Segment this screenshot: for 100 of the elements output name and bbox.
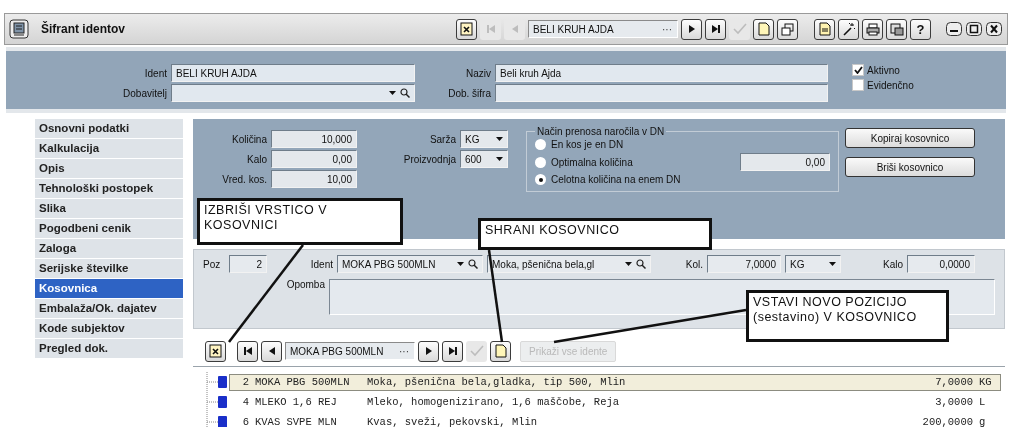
caret-icon <box>625 262 632 266</box>
table-cell-text: MOKA PBG 500MLN <box>254 376 351 388</box>
minimize-button[interactable] <box>945 21 963 37</box>
table-cell-text: Mleko, homogenizirano, 1,6 maščobe, Reja <box>366 396 621 408</box>
name-dropdown[interactable]: Moka, pšenična bela,gl <box>487 255 651 273</box>
table-cell-text: 3,0000 <box>934 396 974 408</box>
windows-icon <box>781 22 794 36</box>
sidebar-item[interactable]: Kalkulacija <box>35 139 183 158</box>
restore-button[interactable] <box>777 18 798 40</box>
position-field[interactable]: 2 <box>229 255 267 273</box>
maximize-button[interactable] <box>965 21 983 37</box>
radio-button[interactable] <box>535 139 546 150</box>
radio-button[interactable] <box>535 156 546 168</box>
table-cell-text: KG <box>978 376 993 388</box>
document-x-icon <box>209 344 222 358</box>
action-button[interactable]: Briši kosovnico <box>845 157 975 177</box>
checkbox-label: Aktivno <box>867 64 900 76</box>
table-cell-text: 4 <box>241 396 250 408</box>
maximize-icon <box>966 22 982 36</box>
sidebar-item[interactable]: Zaloga <box>35 239 183 258</box>
dropdown[interactable]: KG <box>460 130 508 148</box>
radio-label: Celotna količina na enem DN <box>551 174 681 185</box>
next-record-button[interactable] <box>681 18 702 40</box>
number-field[interactable]: 10,000 <box>271 130 357 148</box>
caret-icon <box>496 157 503 161</box>
radio-button[interactable] <box>535 174 546 185</box>
name-field[interactable]: Beli kruh Ajda <box>495 64 828 82</box>
table-row[interactable]: 2 MOKA PBG 500MLN Moka, pšenična bela,gladka, tip 500, Mlin 7,0000 KG <box>229 373 1001 391</box>
supplier-code-field[interactable] <box>495 84 828 102</box>
sidebar-item[interactable]: Osnovni podatki <box>35 119 183 138</box>
annotation-tooltip: VSTAVI NOVO POZICIJO (sestavino) V KOSOVNICO <box>746 290 949 342</box>
sidebar-item[interactable]: Kode subjektov <box>35 319 183 338</box>
more-button[interactable]: ··· <box>396 345 412 357</box>
last-record-button[interactable] <box>705 18 726 40</box>
checkbox[interactable] <box>852 79 864 91</box>
sidebar-item[interactable]: Slika <box>35 199 183 218</box>
action-button[interactable]: Kopiraj kosovnico <box>845 128 975 148</box>
skip-end-icon <box>447 346 458 356</box>
last-record-button[interactable] <box>442 340 463 362</box>
sidebar-item[interactable]: Kosovnica <box>35 279 183 298</box>
close-button[interactable] <box>985 21 1003 37</box>
field-label: Naziv <box>465 67 491 79</box>
sidebar-item[interactable]: Tehnološki postopek <box>35 179 183 198</box>
table-cell-text: 6 <box>241 416 250 427</box>
cancel-button[interactable] <box>205 340 226 362</box>
unit-dropdown[interactable]: KG <box>785 255 841 273</box>
table-cell-text: L <box>978 396 987 408</box>
table-cell-text: 7,0000 <box>934 376 974 388</box>
help-button[interactable]: ? <box>910 18 931 40</box>
minimize-icon <box>946 22 962 36</box>
table-cell-text: Kvas, sveži, pekovski, Mlin <box>366 416 539 427</box>
ident-dropdown[interactable]: MOKA PBG 500MLN <box>337 255 483 273</box>
cancel-button[interactable] <box>456 18 477 40</box>
table-cell-text: 200,0000 <box>921 416 974 427</box>
supplier-field[interactable] <box>171 84 415 102</box>
triangle-right-icon <box>424 346 433 356</box>
radio-label: En kos je en DN <box>551 139 624 150</box>
printer-icon <box>865 22 880 36</box>
field-label: Proizvodnja <box>402 153 456 165</box>
number-field[interactable]: 0,00 <box>271 150 357 168</box>
annotation-tooltip: IZBRIŠI VRSTICO V KOSOVNICI <box>197 198 403 245</box>
field-label: Količina <box>230 133 267 145</box>
search-icon <box>468 259 478 269</box>
close-icon <box>986 22 1002 36</box>
record-field[interactable]: MOKA PBG 500MLN ··· <box>285 342 415 360</box>
previous-record-button[interactable] <box>261 340 282 362</box>
number-field[interactable]: 0,00 <box>740 153 830 171</box>
checkbox-label: Evidenčno <box>867 79 914 91</box>
loss-field[interactable]: 0,0000 <box>907 255 975 273</box>
dropdown[interactable]: 600 <box>460 150 508 168</box>
search-icon <box>400 88 410 98</box>
wizard-button[interactable] <box>838 18 859 40</box>
first-record-button[interactable] <box>237 340 258 362</box>
caret-icon <box>496 137 503 141</box>
document-button[interactable] <box>814 18 835 40</box>
page-icon <box>494 344 507 358</box>
table-cell-text: KVAS SVPE MLN <box>254 416 338 427</box>
ident-field[interactable]: BELI KRUH AJDA <box>171 64 415 82</box>
number-field[interactable]: 10,00 <box>271 170 357 188</box>
sidebar-item[interactable]: Pogodbeni cenik <box>35 219 183 238</box>
sidebar-item[interactable]: Pregled dok. <box>35 339 183 358</box>
next-record-button[interactable] <box>418 340 439 362</box>
caret-icon <box>457 262 464 266</box>
new-button[interactable] <box>753 18 774 40</box>
table-cell-text: g <box>978 416 987 427</box>
export-icon <box>889 22 904 36</box>
sidebar-item[interactable]: Embalaža/Ok. dajatev <box>35 299 183 318</box>
sidebar-item[interactable]: Serijske številke <box>35 259 183 278</box>
search-icon <box>636 259 646 269</box>
field-label: Kalo <box>882 258 903 270</box>
triangle-left-icon <box>510 24 519 34</box>
record-field[interactable]: BELI KRUH AJDA ··· <box>528 20 678 38</box>
sidebar-item[interactable]: Opis <box>35 159 183 178</box>
new-button[interactable] <box>490 340 511 362</box>
quantity-field[interactable]: 7,0000 <box>707 255 781 273</box>
window-title: Šifrant identov <box>40 22 126 36</box>
more-button[interactable]: ··· <box>659 23 675 35</box>
checkbox[interactable] <box>852 64 864 76</box>
print-button[interactable] <box>862 18 883 40</box>
export-button[interactable] <box>886 18 907 40</box>
